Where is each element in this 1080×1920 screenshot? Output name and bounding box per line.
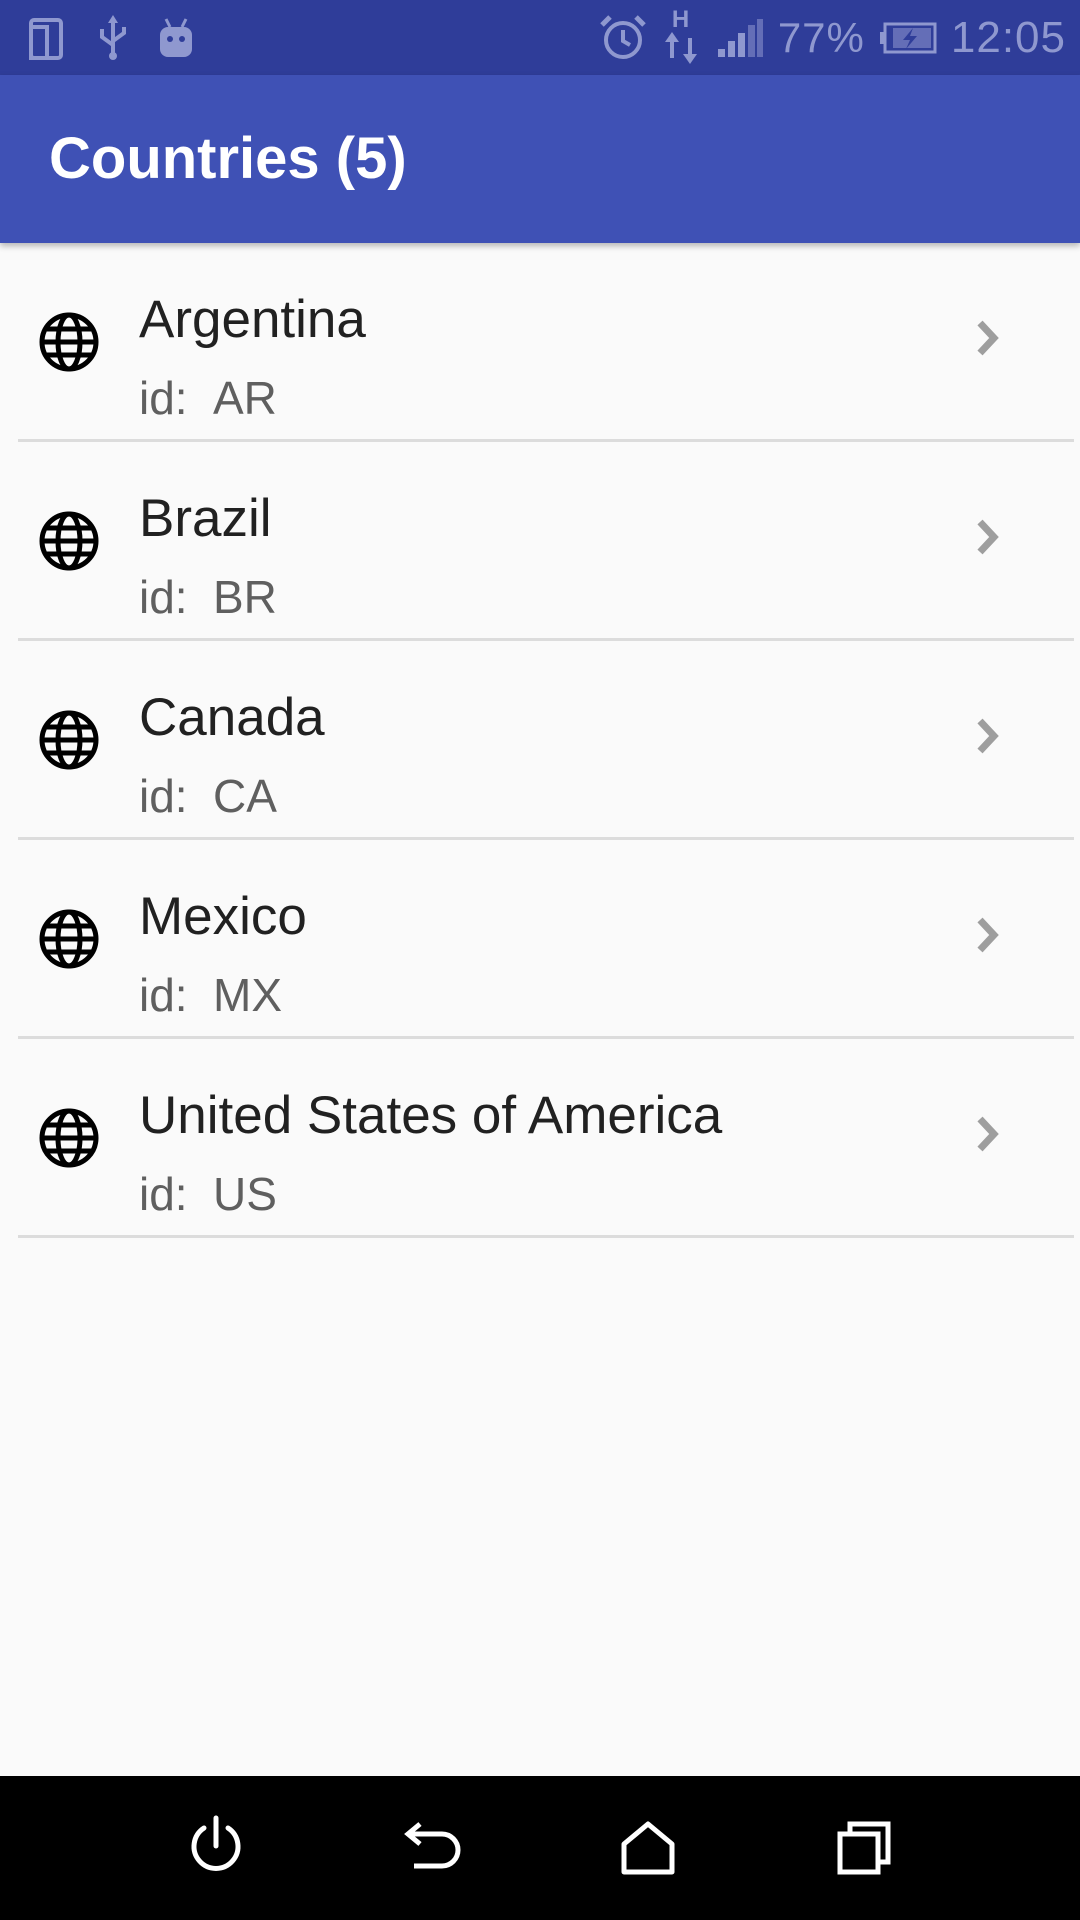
country-list: Argentina id: AR Brazil id: BR Canada id…: [0, 243, 1080, 1238]
globe-icon: [39, 511, 99, 571]
usb-icon: [100, 14, 126, 60]
id-label: id:: [139, 571, 188, 623]
chevron-right-icon: [977, 519, 999, 555]
app-bar: Countries (5): [0, 75, 1080, 243]
battery-charging-icon: [879, 22, 937, 53]
country-name: Canada: [139, 688, 325, 747]
country-id: AR: [213, 372, 277, 424]
country-name: Mexico: [139, 887, 307, 946]
status-bar-right: H 77% 12:05: [598, 0, 1066, 75]
divider: [18, 1235, 1074, 1238]
country-id-row: id: MX: [139, 968, 282, 1022]
status-bar-left: [28, 12, 196, 63]
country-id-row: id: AR: [139, 371, 277, 425]
globe-icon: [39, 710, 99, 770]
network-type: H: [671, 5, 690, 33]
list-item[interactable]: Brazil id: BR: [0, 442, 1080, 641]
country-name: Argentina: [139, 290, 366, 349]
list-item[interactable]: Canada id: CA: [0, 641, 1080, 840]
navigation-bar: [0, 1776, 1080, 1920]
signal-icon: [717, 18, 763, 57]
android-debug-icon: [160, 17, 192, 57]
id-label: id:: [139, 969, 188, 1021]
page-title: Countries (5): [49, 126, 407, 191]
data-transfer-icon: H: [662, 5, 702, 68]
chevron-right-icon: [977, 320, 999, 356]
country-name: Brazil: [139, 489, 272, 548]
country-name: United States of America: [139, 1086, 723, 1145]
country-id-row: id: BR: [139, 570, 277, 624]
home-icon[interactable]: [612, 1812, 684, 1884]
list-item[interactable]: United States of America id: US: [0, 1039, 1080, 1238]
country-id: BR: [213, 571, 277, 623]
list-item[interactable]: Argentina id: AR: [0, 243, 1080, 442]
country-id-row: id: CA: [139, 769, 277, 823]
device-icon: [29, 17, 63, 60]
globe-icon: [39, 909, 99, 969]
globe-icon: [39, 312, 99, 372]
country-id: CA: [213, 770, 277, 822]
back-icon[interactable]: [396, 1812, 468, 1884]
id-label: id:: [139, 770, 188, 822]
list-item[interactable]: Mexico id: MX: [0, 840, 1080, 1039]
clock: 12:05: [950, 12, 1066, 62]
country-id: MX: [213, 969, 282, 1021]
chevron-right-icon: [977, 917, 999, 953]
recents-icon[interactable]: [828, 1812, 900, 1884]
id-label: id:: [139, 1168, 188, 1220]
country-id-row: id: US: [139, 1167, 277, 1221]
power-icon[interactable]: [180, 1812, 252, 1884]
chevron-right-icon: [977, 1116, 999, 1152]
globe-icon: [39, 1108, 99, 1168]
battery-percent: 77%: [777, 13, 865, 61]
status-bar: H 77% 12:05: [0, 0, 1080, 75]
country-id: US: [213, 1168, 277, 1220]
chevron-right-icon: [977, 718, 999, 754]
alarm-icon: [600, 14, 646, 59]
id-label: id:: [139, 372, 188, 424]
